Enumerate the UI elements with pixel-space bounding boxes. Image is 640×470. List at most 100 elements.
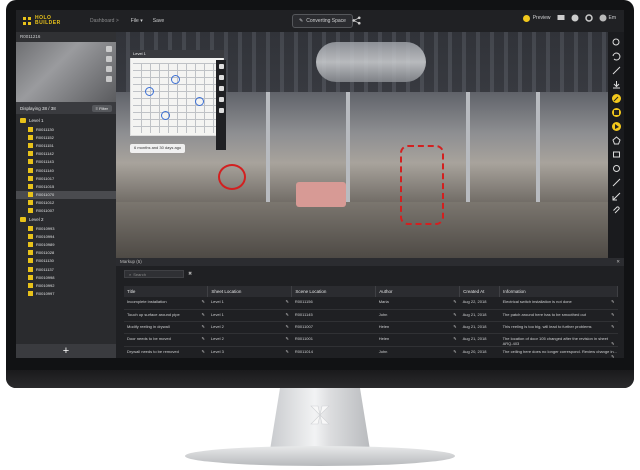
panorama-viewer[interactable]: Level 1 6 months and 30 days ago bbox=[116, 32, 624, 258]
markup-circle[interactable] bbox=[218, 164, 246, 190]
tree-scene-item[interactable]: R0011028 bbox=[16, 249, 116, 257]
table-row[interactable]: Touch up surface around pipe ✎ Level 1 ✎ R00… bbox=[124, 309, 618, 322]
download-icon[interactable] bbox=[612, 80, 621, 89]
fit-icon[interactable] bbox=[218, 75, 224, 80]
edit-icon[interactable]: ✎ bbox=[202, 336, 205, 341]
edit-icon[interactable]: ✎ bbox=[202, 299, 205, 304]
edit-icon[interactable]: ✎ bbox=[285, 299, 288, 304]
polygon-icon[interactable] bbox=[611, 136, 621, 145]
attach-icon[interactable] bbox=[612, 206, 621, 215]
edit-icon[interactable]: ✎ bbox=[611, 312, 614, 317]
markup-cloud[interactable] bbox=[400, 145, 444, 225]
table-row[interactable]: Incomplete installation ✎ Level 1 ✎ R0011156… bbox=[124, 297, 618, 310]
visibility-icon[interactable] bbox=[106, 56, 112, 62]
share-icon[interactable] bbox=[352, 16, 361, 25]
chat-icon[interactable] bbox=[557, 14, 565, 22]
markup-search-field[interactable]: ⌕ Search bbox=[124, 270, 184, 278]
tree-scene-item[interactable]: R0011130 bbox=[16, 125, 116, 133]
line-icon[interactable] bbox=[612, 178, 621, 187]
tree-scene-item[interactable]: R0010998 bbox=[16, 273, 116, 281]
edit-icon[interactable]: ✎ bbox=[611, 299, 614, 304]
camera-icon[interactable] bbox=[106, 66, 112, 72]
refresh-icon[interactable] bbox=[612, 52, 621, 61]
user-menu[interactable]: Em bbox=[599, 14, 616, 22]
edit-icon[interactable]: ✎ bbox=[453, 349, 456, 354]
minimap-scene-marker[interactable] bbox=[161, 111, 170, 120]
edit-icon[interactable]: ✎ bbox=[453, 299, 456, 304]
edit-icon[interactable]: ✎ bbox=[453, 312, 456, 317]
column-header[interactable]: Information bbox=[499, 286, 618, 297]
tree-level[interactable]: Level 2 bbox=[16, 215, 116, 224]
tree-scene-item[interactable]: R0011015 bbox=[16, 182, 116, 190]
zoom-in-icon[interactable] bbox=[218, 86, 224, 91]
measure-icon[interactable] bbox=[612, 66, 621, 75]
edit-icon[interactable]: ✎ bbox=[453, 336, 456, 341]
column-header[interactable]: Scene Location bbox=[291, 286, 377, 297]
expand-icon[interactable] bbox=[218, 64, 224, 69]
edit-icon[interactable]: ✎ bbox=[285, 349, 288, 354]
add-scene-button[interactable]: + bbox=[16, 344, 116, 358]
rotate-icon[interactable] bbox=[106, 46, 112, 52]
tree-scene-item[interactable]: R0011152 bbox=[16, 133, 116, 141]
tree-scene-item[interactable]: R0010992 bbox=[16, 281, 116, 289]
zoom-out-icon[interactable] bbox=[218, 97, 224, 102]
tree-scene-item[interactable]: R0011137 bbox=[16, 265, 116, 273]
filter-button[interactable]: ≡ Filter bbox=[91, 104, 112, 112]
tree-scene-item[interactable]: R0010989 bbox=[16, 240, 116, 248]
layers-icon[interactable] bbox=[218, 108, 224, 113]
edit-icon[interactable]: ✎ bbox=[611, 341, 614, 346]
edit-icon[interactable]: ✎ bbox=[453, 324, 456, 329]
edit-icon[interactable]: ✎ bbox=[611, 354, 614, 359]
zoom-icon[interactable] bbox=[612, 38, 621, 47]
file-menu[interactable]: File ▾ bbox=[131, 18, 143, 24]
save-button[interactable]: Save bbox=[153, 18, 164, 24]
gear-icon[interactable] bbox=[584, 14, 593, 22]
edit-icon[interactable]: ✎ bbox=[202, 312, 205, 317]
table-row[interactable]: Modify reeling in drywall ✎ Level 2 ✎ R00110… bbox=[124, 321, 618, 334]
rectangle-icon[interactable] bbox=[612, 150, 621, 159]
close-panel-icon[interactable]: ✕ bbox=[616, 259, 620, 265]
breadcrumb-dashboard[interactable]: Dashboard > bbox=[90, 18, 119, 24]
table-row[interactable]: Drywall needs to be removed ✎ Level 3 ✎ R001… bbox=[124, 346, 618, 358]
circle-icon[interactable] bbox=[612, 164, 621, 173]
help-icon[interactable] bbox=[571, 14, 579, 22]
tree-scene-item[interactable]: R0011070 bbox=[16, 190, 116, 199]
tree-scene-item[interactable]: R0011140 bbox=[16, 166, 116, 174]
minimap-scene-marker[interactable] bbox=[195, 97, 204, 106]
tree-scene-item[interactable]: R0011007 bbox=[16, 207, 116, 215]
tree-scene-item[interactable]: R0010997 bbox=[16, 290, 116, 298]
edit-icon[interactable]: ✎ bbox=[285, 324, 288, 329]
scene-panorama-thumbnail[interactable] bbox=[16, 42, 116, 102]
layers-icon[interactable] bbox=[611, 108, 621, 117]
edit-icon[interactable]: ✎ bbox=[202, 324, 205, 329]
tree-scene-item[interactable]: R0010993 bbox=[16, 224, 116, 232]
edit-icon[interactable]: ✎ bbox=[285, 312, 288, 317]
floor-plan-minimap[interactable] bbox=[130, 52, 224, 136]
tree-scene-item[interactable]: R0011151 bbox=[16, 141, 116, 149]
column-header[interactable]: Title bbox=[124, 286, 209, 297]
tree-scene-item[interactable]: R0011142 bbox=[16, 150, 116, 158]
pencil-icon[interactable] bbox=[611, 94, 621, 103]
tree-scene-item[interactable]: R0011130 bbox=[16, 257, 116, 265]
edit-icon[interactable]: ✎ bbox=[611, 324, 614, 329]
minimap-level-title[interactable]: Level 1 bbox=[130, 50, 224, 58]
tree-scene-item[interactable]: R0011017 bbox=[16, 174, 116, 182]
edit-icon[interactable]: ✎ bbox=[202, 349, 205, 354]
tree-level[interactable]: Level 1 bbox=[16, 116, 116, 125]
preview-button[interactable]: Preview bbox=[522, 14, 551, 22]
converting-space-button[interactable]: ✎ Converting Space bbox=[292, 14, 353, 28]
column-header[interactable]: Author bbox=[375, 286, 461, 297]
tree-scene-item[interactable]: R0011012 bbox=[16, 199, 116, 207]
minimap-scene-marker[interactable] bbox=[171, 75, 180, 84]
edit-icon[interactable]: ✎ bbox=[285, 336, 288, 341]
column-header[interactable]: Created At bbox=[459, 286, 501, 297]
table-row[interactable]: Door needs to be moved ✎ Level 2 ✎ R0011001 H… bbox=[124, 333, 618, 347]
delete-icon[interactable] bbox=[106, 76, 112, 82]
column-header[interactable]: Sheet Location bbox=[207, 286, 293, 297]
clear-search-icon[interactable]: ✖ bbox=[188, 271, 192, 277]
app-logo[interactable]: HOLO BUILDER bbox=[16, 16, 88, 26]
tree-scene-item[interactable]: R0011143 bbox=[16, 158, 116, 166]
arrow-icon[interactable] bbox=[612, 192, 621, 201]
cursor-icon[interactable] bbox=[611, 122, 621, 131]
tree-scene-item[interactable]: R0010994 bbox=[16, 232, 116, 240]
